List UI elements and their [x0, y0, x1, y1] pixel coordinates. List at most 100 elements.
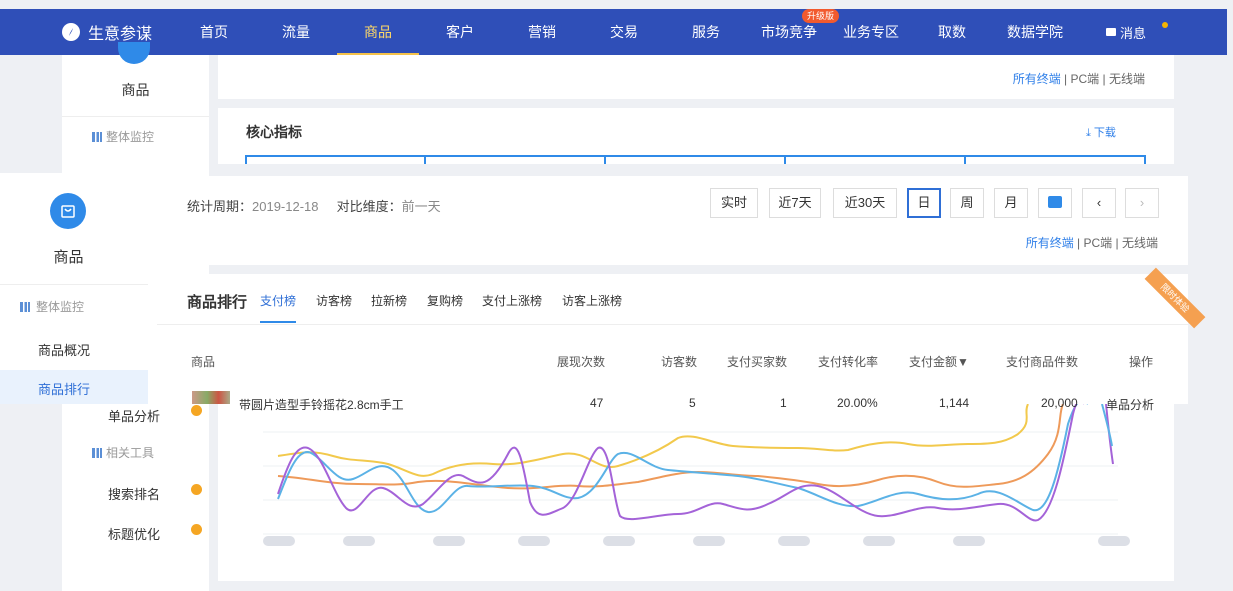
terminal-wireless[interactable]: 无线端: [1122, 236, 1158, 250]
product-thumbnail[interactable]: [192, 391, 230, 404]
status-dot: [191, 484, 202, 495]
nav-home[interactable]: 首页: [199, 9, 229, 55]
sidebar-item-overview[interactable]: 商品概况: [38, 340, 90, 359]
col-visitors[interactable]: 访客数: [661, 353, 697, 370]
bg-sidebar-title: 商品: [121, 82, 150, 98]
nav-business[interactable]: 业务专区: [841, 9, 901, 55]
sidebar-item-single-analysis[interactable]: 单品分析: [108, 406, 160, 425]
last30days-button[interactable]: 近30天: [833, 188, 897, 218]
period-value: 2019-12-18: [252, 199, 319, 214]
nav-academy[interactable]: 数据学院: [1005, 9, 1065, 55]
compare-value[interactable]: 前一天: [402, 199, 441, 214]
tab-visitor[interactable]: 访客榜: [316, 292, 352, 309]
col-buyers[interactable]: 支付买家数: [727, 353, 787, 370]
bar-chart-icon: [92, 447, 102, 458]
period-label: 统计周期：: [187, 199, 253, 214]
day-button[interactable]: 日: [907, 188, 941, 218]
calendar-button[interactable]: [1038, 188, 1072, 218]
x-axis-tick-placeholders: [263, 536, 1130, 546]
col-conversion[interactable]: 支付转化率: [818, 353, 878, 370]
bg-sidebar-section-label: 整体监控: [106, 130, 155, 144]
col-pay-amount[interactable]: 支付金额▼: [909, 353, 969, 370]
bg-terminal-switch: 所有终端 | PC端 | 无线端: [1012, 72, 1145, 86]
metric-tiles: [245, 155, 1146, 164]
bg-terminal-pc[interactable]: PC端: [1071, 72, 1100, 86]
bar-chart-icon: [20, 301, 30, 312]
cell-buyers: 1: [780, 396, 787, 410]
sidebar-title: 商品: [53, 249, 84, 266]
prev-button[interactable]: ‹: [1082, 188, 1116, 218]
bar-chart-icon: [92, 131, 102, 142]
single-analysis-link[interactable]: 单品分析: [1106, 396, 1154, 413]
sidebar-item-ranking-label: 商品排行: [38, 382, 91, 397]
nav-fetch[interactable]: 取数: [937, 9, 967, 55]
tab-repurchase[interactable]: 复购榜: [427, 292, 463, 309]
sidebar-item-ranking[interactable]: 商品排行: [0, 370, 148, 404]
col-pay-items[interactable]: 支付商品件数: [1006, 353, 1078, 370]
calendar-icon: [1048, 196, 1062, 208]
sidebar-section: 整体监控: [20, 298, 84, 315]
series-line-purple: [277, 398, 1085, 522]
series-line-orange: [277, 403, 1064, 490]
notification-dot: [1162, 22, 1168, 28]
message-button[interactable]: 消息: [1106, 9, 1146, 55]
message-label: 消息: [1120, 25, 1147, 41]
divider: [0, 284, 148, 285]
nav-marketing[interactable]: 营销: [527, 9, 557, 55]
realtime-button[interactable]: 实时: [710, 188, 758, 218]
chevron-right-icon: ›: [1139, 195, 1145, 210]
trend-chart-card: [218, 398, 1174, 581]
sidebar-item-search-rank[interactable]: 搜索排名: [108, 484, 160, 503]
period-info: 统计周期：2019-12-18 对比维度：前一天: [187, 196, 441, 215]
ranking-card: [157, 274, 1188, 404]
series-line-blue: [277, 399, 1089, 513]
sidebar-section-label: 整体监控: [36, 300, 85, 314]
chevron-left-icon: ‹: [1096, 195, 1102, 210]
divider: [62, 116, 209, 117]
product-name-link[interactable]: 带圆片造型手铃摇花2.8cm手工: [239, 396, 404, 413]
week-button[interactable]: 周: [950, 188, 984, 218]
cell-pay-items: 20,000: [1041, 396, 1078, 410]
grid-lines: [263, 431, 1118, 535]
terminal-all[interactable]: 所有终端: [1026, 236, 1074, 250]
nav-product[interactable]: 商品: [363, 9, 393, 55]
tile-divider: [964, 155, 966, 164]
last7days-button[interactable]: 近7天: [769, 188, 821, 218]
download-button[interactable]: ⤓ 下载: [1086, 124, 1116, 140]
nav-service[interactable]: 服务: [691, 9, 721, 55]
compare-label: 对比维度：: [336, 199, 402, 214]
brand-label: 生意参谋: [88, 26, 153, 43]
tab-visitor-rise[interactable]: 访客上涨榜: [562, 292, 622, 309]
envelope-icon: [1106, 28, 1116, 36]
bg-terminal-wireless[interactable]: 无线端: [1109, 72, 1145, 86]
nav-customer[interactable]: 客户: [445, 9, 475, 55]
col-action: 操作: [1129, 355, 1154, 369]
cell-visitors: 5: [689, 396, 696, 410]
ranking-title: 商品排行: [187, 294, 248, 311]
col-impressions[interactable]: 展现次数: [557, 353, 605, 370]
filter-bar: [157, 176, 1188, 265]
nav-traffic[interactable]: 流量: [281, 9, 311, 55]
tab-pay-rise[interactable]: 支付上涨榜: [482, 292, 542, 309]
divider: [157, 324, 1188, 325]
tile-divider: [784, 155, 786, 164]
top-nav: 生意参谋 首页 流量 商品 客户 营销 交易 服务 市场竞争 业务专区 取数 数…: [0, 9, 1227, 56]
terminal-pc[interactable]: PC端: [1084, 236, 1113, 250]
sidebar-item-title-optimize[interactable]: 标题优化: [108, 524, 160, 543]
cell-impressions: 47: [590, 396, 604, 410]
month-button[interactable]: 月: [994, 188, 1028, 218]
next-button[interactable]: ›: [1125, 188, 1159, 218]
cell-conversion: 20.00%: [837, 396, 878, 410]
tab-pay[interactable]: 支付榜: [260, 292, 296, 309]
tools-section: 相关工具: [92, 444, 154, 461]
product-icon: [50, 193, 86, 229]
core-metrics-title: 核心指标: [246, 124, 302, 140]
bg-terminal-all[interactable]: 所有终端: [1013, 72, 1061, 86]
nav-trade[interactable]: 交易: [609, 9, 639, 55]
status-dot: [191, 524, 202, 535]
download-label: 下载: [1093, 127, 1116, 139]
trend-chart: [263, 398, 1130, 546]
tab-new[interactable]: 拉新榜: [371, 292, 407, 309]
cell-pay-amount: 1,144: [939, 396, 970, 410]
compass-icon: [62, 23, 80, 41]
